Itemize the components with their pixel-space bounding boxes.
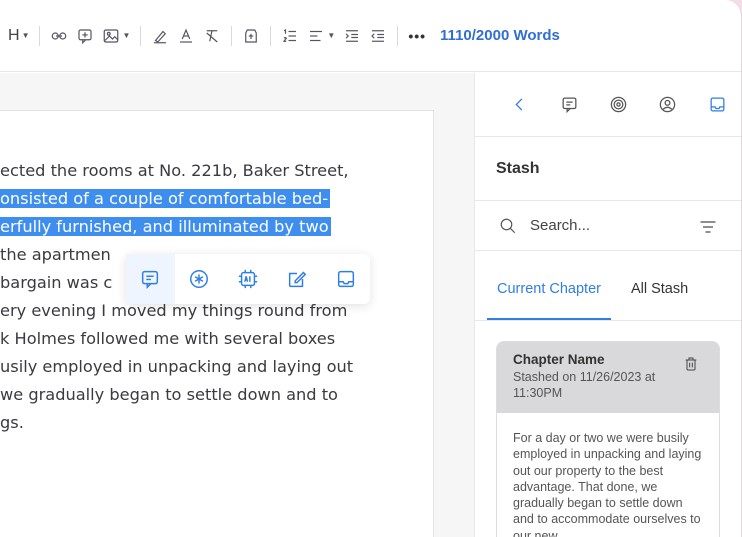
toolbar-divider — [39, 25, 41, 46]
comments-button[interactable] — [544, 95, 593, 114]
profile-button[interactable] — [643, 95, 692, 114]
align-icon[interactable]: ▼ — [307, 24, 335, 48]
line-text: bargain was c — [0, 273, 113, 292]
edit-button[interactable] — [272, 254, 321, 304]
indent-icon[interactable] — [343, 24, 361, 48]
document-line[interactable]: gs. — [0, 409, 24, 437]
tab-all-stash[interactable]: All Stash — [621, 273, 698, 320]
numbered-list-icon[interactable] — [281, 24, 299, 48]
toolbar-divider — [140, 25, 142, 46]
document-line[interactable]: we gradually began to settle down and to — [0, 381, 338, 409]
template-icon[interactable] — [242, 24, 260, 48]
word-count: 1110/2000 Words — [440, 27, 560, 44]
comment-icon — [142, 270, 159, 290]
image-icon[interactable]: ▼ — [102, 24, 130, 48]
stash-tab-button[interactable] — [693, 95, 741, 114]
clear-format-icon[interactable] — [203, 24, 221, 48]
stash-icon — [710, 97, 725, 112]
document-line[interactable]: bargain was c — [0, 269, 112, 297]
more-options-icon[interactable]: ••• — [408, 28, 426, 44]
stash-tabs: Current Chapter All Stash — [475, 251, 741, 321]
chevron-down-icon: ▼ — [327, 31, 336, 40]
ai-chip-icon — [238, 269, 258, 289]
line-text: gs. — [0, 413, 24, 432]
back-button[interactable] — [495, 95, 544, 114]
search-input[interactable] — [530, 217, 680, 234]
heading-dropdown[interactable]: H ▼ — [8, 24, 29, 48]
tab-current-chapter[interactable]: Current Chapter — [487, 273, 611, 320]
filter-icon[interactable] — [698, 217, 718, 242]
comment-button[interactable] — [126, 254, 175, 304]
card-chapter-name: Chapter Name — [513, 352, 605, 367]
search-icon — [500, 218, 516, 233]
heading-label: H — [8, 26, 20, 44]
stash-sidebar: Stash Current Chapter All Stash Chapter … — [474, 73, 741, 537]
target-button[interactable] — [594, 95, 643, 114]
asterisk-icon — [190, 270, 209, 288]
card-excerpt: For a day or two we were busily employed… — [513, 431, 702, 537]
line-text: we gradually began to settle down and to — [0, 385, 338, 404]
toolbar-divider — [397, 25, 399, 46]
text-color-icon[interactable] — [177, 24, 195, 48]
toolbar-divider — [270, 25, 272, 46]
trash-icon[interactable] — [683, 356, 699, 377]
ai-button[interactable] — [224, 254, 273, 304]
outdent-icon[interactable] — [369, 24, 387, 48]
chevron-down-icon: ▼ — [122, 31, 131, 40]
link-icon[interactable] — [50, 24, 68, 48]
document-line[interactable]: ected the rooms at No. 221b, Baker Stree… — [0, 157, 349, 185]
selection-toolbar — [126, 254, 370, 304]
formatting-toolbar: H ▼ ▼ ▼ ••• 1110/2000 Words — [0, 0, 741, 72]
selected-text: onsisted of a couple of comfortable bed- — [0, 189, 331, 208]
document-line[interactable]: onsisted of a couple of comfortable bed- — [0, 185, 331, 213]
highlighter-icon[interactable] — [151, 24, 169, 48]
stash-card-header: Chapter Name Stashed on 11/26/2023 at 11… — [497, 342, 719, 413]
stash-button[interactable] — [321, 254, 370, 304]
document-line[interactable]: k Holmes followed me with several boxes — [0, 325, 335, 353]
comment-add-icon[interactable] — [76, 24, 94, 48]
line-text: usily employed in unpacking and laying o… — [0, 357, 354, 376]
line-text: ected the rooms at No. 221b, Baker Stree… — [0, 161, 349, 180]
user-icon — [660, 96, 676, 113]
document-line[interactable]: erfully furnished, and illuminated by tw… — [0, 213, 331, 241]
card-timestamp: Stashed on 11/26/2023 at 11:30PM — [513, 370, 656, 400]
target-icon — [610, 96, 627, 113]
chevron-left-icon — [515, 98, 523, 111]
line-text: k Holmes followed me with several boxes — [0, 329, 336, 348]
toolbar-divider — [231, 25, 233, 46]
document-line[interactable]: the apartmen — [0, 241, 111, 269]
document-line[interactable]: usily employed in unpacking and laying o… — [0, 353, 353, 381]
selected-text: erfully furnished, and illuminated by tw… — [0, 217, 331, 236]
editor-app: H ▼ ▼ ▼ ••• 1110/2000 Words ected the roo… — [0, 0, 742, 537]
line-text: the apartmen — [0, 245, 111, 264]
asterisk-button[interactable] — [175, 254, 224, 304]
stash-search — [475, 201, 741, 251]
chevron-down-icon: ▼ — [21, 31, 30, 40]
sidebar-icon-bar — [475, 73, 741, 137]
edit-icon — [288, 271, 307, 288]
sidebar-title: Stash — [475, 137, 741, 201]
comment-icon — [562, 97, 577, 114]
stash-icon — [337, 270, 354, 288]
stash-card[interactable]: Chapter Name Stashed on 11/26/2023 at 11… — [496, 341, 720, 537]
